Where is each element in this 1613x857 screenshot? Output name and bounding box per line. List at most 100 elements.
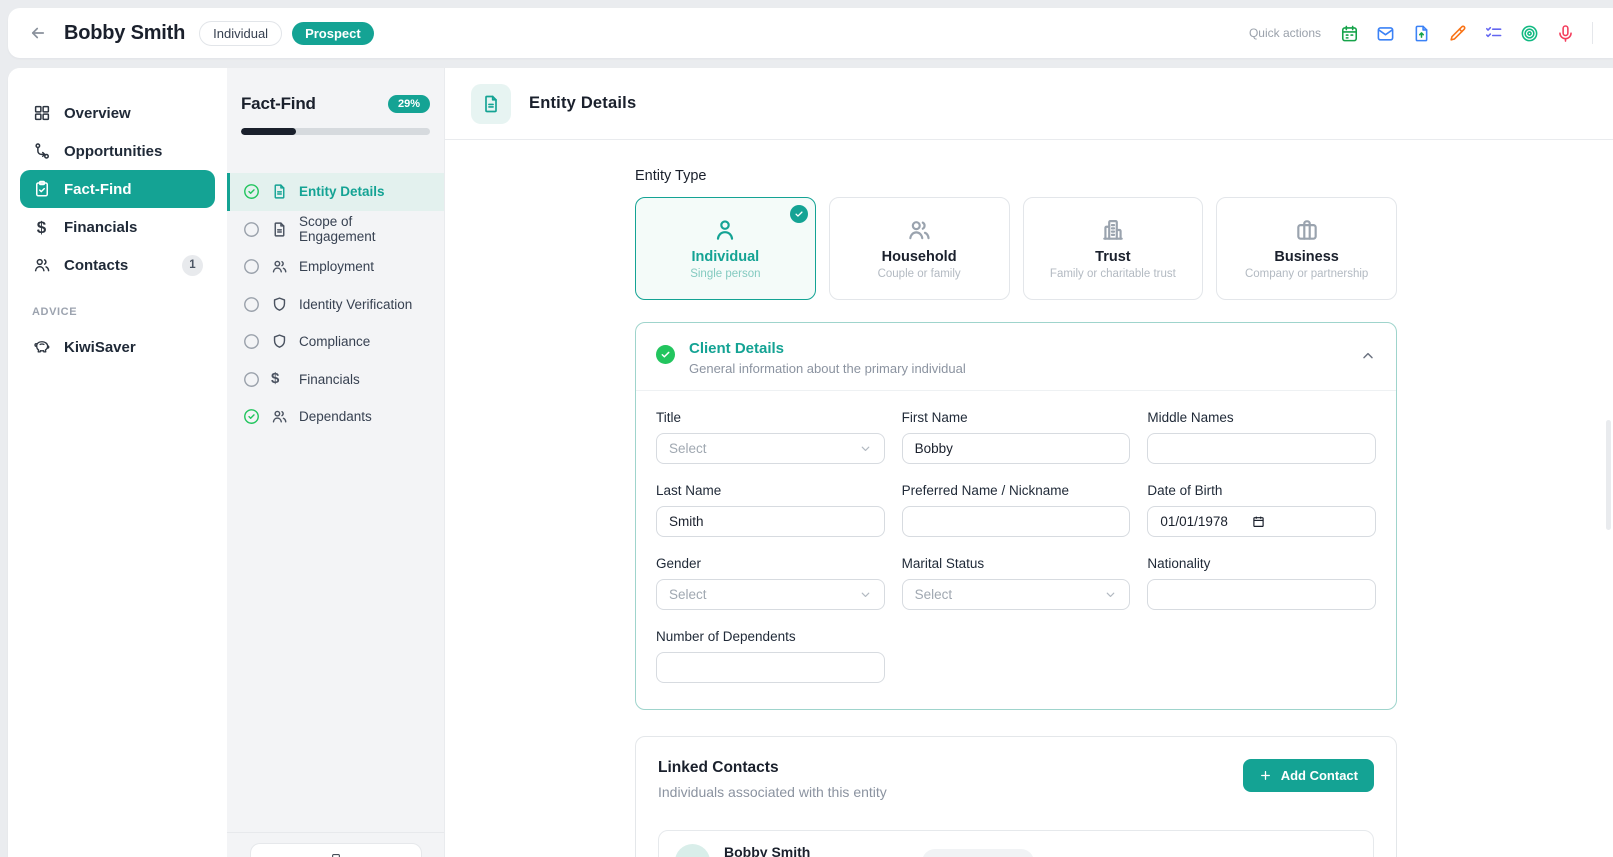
plus-icon — [1259, 769, 1272, 782]
field-label: Preferred Name / Nickname — [902, 483, 1131, 498]
sidebar-item-label: Financials — [64, 219, 137, 236]
page-icon-box — [471, 84, 511, 124]
step-label: Compliance — [299, 334, 370, 349]
step-entity-details[interactable]: Entity Details — [227, 173, 444, 211]
linked-contacts-subtitle: Individuals associated with this entity — [658, 784, 887, 800]
entity-type-business[interactable]: Business Company or partnership — [1216, 197, 1397, 300]
linked-contacts-card: Linked Contacts Individuals associated w… — [635, 736, 1397, 857]
building-icon — [1100, 217, 1126, 243]
field-label: Date of Birth — [1147, 483, 1376, 498]
step-dependants[interactable]: Dependants — [227, 398, 444, 436]
collapse-chevron-up-icon[interactable] — [1360, 348, 1376, 364]
entity-type-label: Entity Type — [635, 168, 1397, 184]
sidebar-item-financials[interactable]: $ Financials — [20, 208, 215, 246]
entity-type-description: Company or partnership — [1245, 268, 1368, 280]
number-of-dependents-input[interactable] — [656, 652, 885, 683]
briefcase-icon — [1294, 217, 1320, 243]
file-upload-icon[interactable] — [1412, 24, 1431, 43]
add-contact-label: Add Contact — [1281, 768, 1358, 783]
step-label: Scope of Engagement — [299, 214, 432, 244]
title-select[interactable]: Select — [656, 433, 885, 464]
step-financials[interactable]: $ Financials — [227, 361, 444, 399]
edit-pen-icon[interactable] — [1448, 24, 1467, 43]
branch-icon — [32, 142, 51, 161]
arrow-left-icon — [29, 24, 47, 42]
users-icon — [32, 256, 51, 275]
sidebar-item-opportunities[interactable]: Opportunities — [20, 132, 215, 170]
preferred-name-input[interactable] — [902, 506, 1131, 537]
app-card: Overview Opportunities Fact-Find $ Finan… — [8, 68, 1613, 857]
field-middle-names: Middle Names — [1147, 410, 1376, 464]
client-details-header[interactable]: Client Details General information about… — [636, 323, 1396, 391]
users-icon — [271, 408, 288, 425]
target-icon[interactable] — [1520, 24, 1539, 43]
field-last-name: Last Name — [656, 483, 885, 537]
middle-names-input[interactable] — [1147, 433, 1376, 464]
client-details-title: Client Details — [689, 340, 966, 357]
entity-type-household[interactable]: Household Couple or family — [829, 197, 1010, 300]
check-circle-icon — [243, 183, 260, 200]
entity-type-options: Individual Single person Household Coupl… — [635, 197, 1397, 300]
sidebar-item-label: Fact-Find — [64, 181, 132, 198]
entity-type-trust[interactable]: Trust Family or charitable trust — [1023, 197, 1204, 300]
entity-type-description: Family or charitable trust — [1050, 268, 1176, 280]
entity-type-name: Individual — [692, 249, 760, 265]
date-of-birth-input[interactable]: 01/01/1978 — [1147, 506, 1376, 537]
entity-type-name: Household — [882, 249, 957, 265]
fact-find-panel: Fact-Find 29% Entity Details Scope of En… — [227, 68, 445, 857]
sidebar-item-contacts[interactable]: Contacts 1 — [20, 246, 215, 284]
sidebar-item-label: KiwiSaver — [64, 339, 136, 356]
progress-percent-badge: 29% — [388, 95, 430, 113]
users-icon — [271, 258, 288, 275]
step-label: Dependants — [299, 409, 372, 424]
step-label: Entity Details — [299, 184, 385, 199]
sidebar-item-kiwisaver[interactable]: KiwiSaver — [20, 328, 215, 366]
field-marital-status: Marital Status Select — [902, 556, 1131, 610]
step-label: Identity Verification — [299, 297, 412, 312]
add-contact-button[interactable]: Add Contact — [1243, 759, 1374, 792]
entity-type-description: Single person — [690, 268, 760, 280]
sidebar-section-advice: ADVICE — [32, 306, 203, 318]
entity-type-name: Business — [1274, 249, 1338, 265]
step-compliance[interactable]: Compliance — [227, 323, 444, 361]
entity-type-name: Trust — [1095, 249, 1130, 265]
top-bar: Bobby Smith Individual Prospect Quick ac… — [8, 8, 1613, 58]
marital-status-select[interactable]: Select — [902, 579, 1131, 610]
avatar: BS — [675, 844, 710, 857]
nationality-input[interactable] — [1147, 579, 1376, 610]
person-icon — [712, 217, 738, 243]
email-icon[interactable] — [1376, 24, 1395, 43]
microphone-icon[interactable] — [1556, 24, 1575, 43]
step-employment[interactable]: Employment — [227, 248, 444, 286]
task-list-icon[interactable] — [1484, 24, 1503, 43]
chevron-down-icon — [859, 588, 872, 601]
select-value: Select — [669, 587, 707, 602]
back-button[interactable] — [24, 19, 52, 47]
contact-row[interactable]: BS Bobby Smith bob@bob.com Primary Conta… — [658, 830, 1374, 857]
select-value: Select — [669, 441, 707, 456]
check-circle-icon — [243, 408, 260, 425]
piggy-bank-icon — [32, 338, 51, 357]
first-name-input[interactable] — [902, 433, 1131, 464]
calendar-icon[interactable] — [1340, 24, 1359, 43]
select-value: Select — [915, 587, 953, 602]
scrollbar-thumb[interactable] — [1606, 420, 1611, 530]
field-title: Title Select — [656, 410, 885, 464]
panel-footer-button[interactable] — [250, 843, 422, 857]
sidebar-item-overview[interactable]: Overview — [20, 94, 215, 132]
clipboard-check-icon — [32, 180, 51, 199]
entity-type-description: Couple or family — [878, 268, 961, 280]
step-identity-verification[interactable]: Identity Verification — [227, 286, 444, 324]
fact-find-steps: Entity Details Scope of Engagement Emplo… — [227, 173, 444, 436]
sidebar-item-label: Overview — [64, 105, 131, 122]
entity-type-individual[interactable]: Individual Single person — [635, 197, 816, 300]
toolbar-divider — [1592, 22, 1593, 44]
sidebar-item-fact-find[interactable]: Fact-Find — [20, 170, 215, 208]
page-title: Entity Details — [529, 94, 636, 113]
calendar-picker-icon[interactable] — [1252, 515, 1265, 528]
gender-select[interactable]: Select — [656, 579, 885, 610]
progress-bar-fill — [241, 128, 296, 135]
last-name-input[interactable] — [656, 506, 885, 537]
date-value: 01/01/1978 — [1160, 514, 1228, 529]
step-scope-of-engagement[interactable]: Scope of Engagement — [227, 211, 444, 249]
